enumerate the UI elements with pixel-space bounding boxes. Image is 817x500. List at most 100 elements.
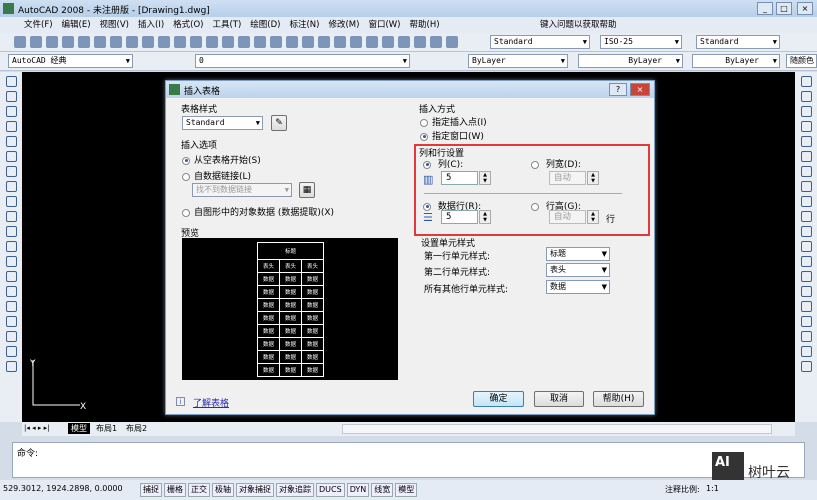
toolbar-tool-icon[interactable] [302, 36, 314, 48]
status-toggle[interactable]: 模型 [395, 483, 417, 497]
linetype-select[interactable]: ByLayer▼ [578, 54, 683, 68]
draw-tool-icon[interactable] [6, 76, 17, 87]
toolbar-tool-icon[interactable] [254, 36, 266, 48]
toolbar-tool-icon[interactable] [14, 36, 26, 48]
modify-tool-icon[interactable] [801, 166, 812, 177]
plotstyle-select[interactable]: 随颜色 [786, 54, 817, 68]
tab-layout1[interactable]: 布局1 [96, 423, 117, 434]
layer-select[interactable]: 0▼ [195, 54, 410, 68]
toolbar-tool-icon[interactable] [126, 36, 138, 48]
draw-tool-icon[interactable] [6, 316, 17, 327]
toolbar-tool-icon[interactable] [334, 36, 346, 48]
draw-tool-icon[interactable] [6, 346, 17, 357]
toolbar-tool-icon[interactable] [398, 36, 410, 48]
toolbar-tool-icon[interactable] [446, 36, 458, 48]
toolbar-tool-icon[interactable] [142, 36, 154, 48]
option-data-extraction[interactable]: 自图形中的对象数据 (数据提取)(X) [182, 205, 334, 218]
toolbar-tool-icon[interactable] [430, 36, 442, 48]
draw-tool-icon[interactable] [6, 226, 17, 237]
menu-item[interactable]: 窗口(W) [368, 17, 400, 33]
menu-item[interactable]: 工具(T) [212, 17, 241, 33]
draw-tool-icon[interactable] [6, 301, 17, 312]
modify-tool-icon[interactable] [801, 286, 812, 297]
draw-tool-icon[interactable] [6, 136, 17, 147]
annotation-scale-value[interactable]: 1:1 [706, 484, 719, 493]
table-style-dropdown[interactable]: Standard▼ [182, 116, 263, 130]
status-toggle[interactable]: DYN [347, 483, 370, 497]
toolbar-tool-icon[interactable] [62, 36, 74, 48]
method-window[interactable]: 指定窗口(W) [420, 129, 484, 142]
modify-tool-icon[interactable] [801, 121, 812, 132]
row-height-input[interactable]: 自动 [549, 210, 586, 224]
status-toggle[interactable]: 极轴 [212, 483, 234, 497]
modify-tool-icon[interactable] [801, 346, 812, 357]
draw-tool-icon[interactable] [6, 331, 17, 342]
toolbar-tool-icon[interactable] [414, 36, 426, 48]
menu-item[interactable]: 编辑(E) [62, 17, 91, 33]
data-link-dropdown[interactable]: 找不到数据链接▼ [192, 183, 292, 197]
help-button[interactable]: 帮助(H) [593, 391, 644, 407]
modify-tool-icon[interactable] [801, 106, 812, 117]
command-window[interactable]: 命令: [12, 442, 805, 478]
status-toggle[interactable]: 正交 [188, 483, 210, 497]
horizontal-scrollbar[interactable] [342, 424, 772, 434]
column-width-radio[interactable]: 列宽(D): [531, 157, 581, 170]
toolbar-tool-icon[interactable] [174, 36, 186, 48]
modify-tool-icon[interactable] [801, 136, 812, 147]
draw-tool-icon[interactable] [6, 256, 17, 267]
modify-tool-icon[interactable] [801, 361, 812, 372]
menu-item[interactable]: 标注(N) [289, 17, 319, 33]
text-style-select[interactable]: Standard▼ [490, 35, 590, 49]
first-row-style-select[interactable]: 标题▼ [546, 247, 610, 261]
dialog-help-button[interactable]: ? [609, 83, 627, 96]
dim-style-select[interactable]: ISO-25▼ [600, 35, 682, 49]
data-link-manager-button[interactable]: ▦ [299, 182, 315, 198]
draw-tool-icon[interactable] [6, 121, 17, 132]
menu-item[interactable]: 视图(V) [100, 17, 129, 33]
columns-spinner[interactable]: ▲▼ [479, 171, 491, 185]
minimize-button[interactable]: _ [757, 2, 773, 15]
toolbar-tool-icon[interactable] [382, 36, 394, 48]
draw-tool-icon[interactable] [6, 211, 17, 222]
status-toggle[interactable]: 对象捕捉 [236, 483, 274, 497]
status-toggle[interactable]: DUCS [316, 483, 345, 497]
toolbar-tool-icon[interactable] [110, 36, 122, 48]
menu-item[interactable]: 格式(O) [173, 17, 203, 33]
learn-tables-link[interactable]: 了解表格 [193, 396, 229, 409]
table-style-select[interactable]: Standard▼ [696, 35, 780, 49]
draw-tool-icon[interactable] [6, 91, 17, 102]
modify-tool-icon[interactable] [801, 256, 812, 267]
modify-tool-icon[interactable] [801, 271, 812, 282]
second-row-style-select[interactable]: 表头▼ [546, 263, 610, 277]
table-style-edit-button[interactable]: ✎ [271, 115, 287, 131]
modify-tool-icon[interactable] [801, 76, 812, 87]
draw-tool-icon[interactable] [6, 166, 17, 177]
close-button[interactable]: × [797, 2, 813, 15]
toolbar-tool-icon[interactable] [286, 36, 298, 48]
draw-tool-icon[interactable] [6, 151, 17, 162]
toolbar-tool-icon[interactable] [366, 36, 378, 48]
columns-input[interactable]: 5 [441, 171, 478, 185]
column-width-spinner[interactable]: ▲▼ [587, 171, 599, 185]
toolbar-tool-icon[interactable] [350, 36, 362, 48]
draw-tool-icon[interactable] [6, 106, 17, 117]
toolbar-tool-icon[interactable] [238, 36, 250, 48]
toolbar-tool-icon[interactable] [46, 36, 58, 48]
modify-tool-icon[interactable] [801, 316, 812, 327]
status-toggle[interactable]: 线宽 [371, 483, 393, 497]
modify-tool-icon[interactable] [801, 301, 812, 312]
maximize-button[interactable]: □ [776, 2, 792, 15]
toolbar-tool-icon[interactable] [94, 36, 106, 48]
method-insertion-point[interactable]: 指定插入点(I) [420, 115, 487, 128]
draw-tool-icon[interactable] [6, 286, 17, 297]
draw-tool-icon[interactable] [6, 361, 17, 372]
column-width-input[interactable]: 自动 [549, 171, 586, 185]
menu-item[interactable]: 绘图(D) [250, 17, 280, 33]
workspace-select[interactable]: AutoCAD 经典▼ [8, 54, 133, 68]
draw-tool-icon[interactable] [6, 241, 17, 252]
modify-tool-icon[interactable] [801, 211, 812, 222]
dialog-close-button[interactable]: × [630, 83, 650, 96]
option-start-empty[interactable]: 从空表格开始(S) [182, 153, 261, 166]
menu-item[interactable]: 修改(M) [328, 17, 359, 33]
tab-layout2[interactable]: 布局2 [126, 423, 147, 434]
